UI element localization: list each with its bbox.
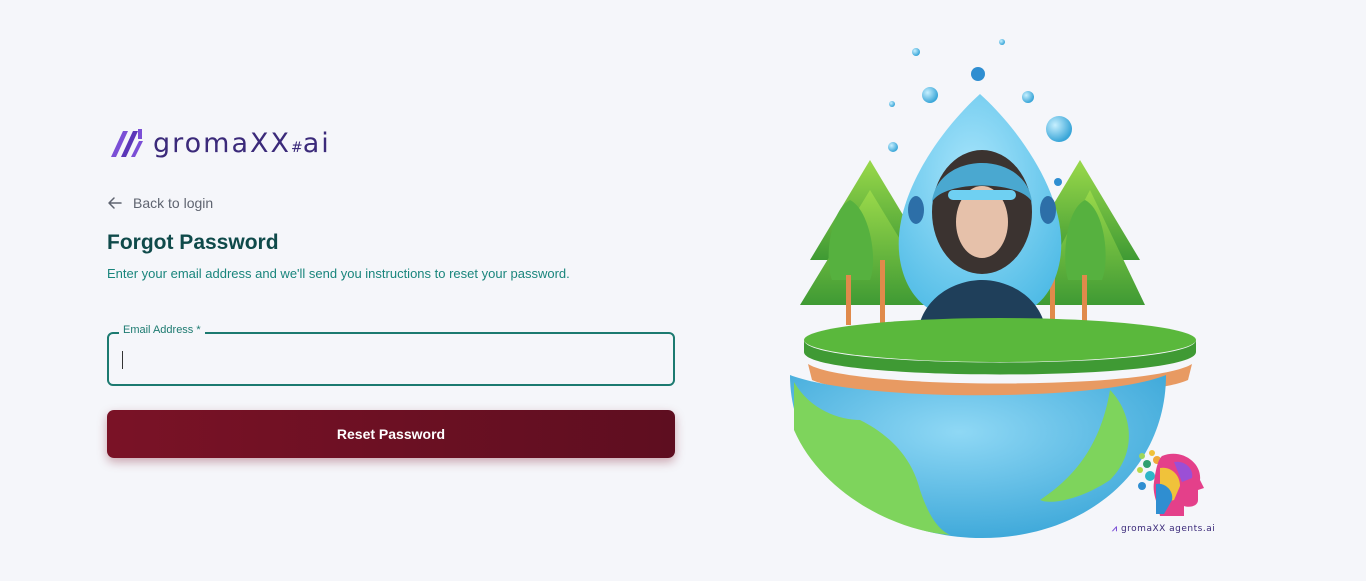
brand-wordmark: gromaXX#ai (153, 127, 331, 159)
brand-logo: gromaXX#ai (109, 125, 331, 161)
page-title: Forgot Password (107, 231, 279, 254)
arrow-left-icon (108, 197, 122, 209)
page-subtitle: Enter your email address and we'll send … (107, 266, 570, 281)
reset-password-button[interactable]: Reset Password (107, 410, 675, 458)
back-to-login-link[interactable]: Back to login (107, 195, 213, 211)
agents-logo-mark-icon: ⩘ (1112, 524, 1118, 534)
agents-brand-text: ⩘ gromaXX agents.ai (1112, 524, 1216, 534)
text-caret (122, 351, 123, 369)
logo-mark-icon (111, 129, 143, 157)
email-field-label: Email Address * (119, 324, 205, 336)
email-field[interactable]: Email Address * (107, 324, 675, 386)
back-to-login-label: Back to login (133, 195, 214, 211)
email-input[interactable] (121, 344, 661, 374)
